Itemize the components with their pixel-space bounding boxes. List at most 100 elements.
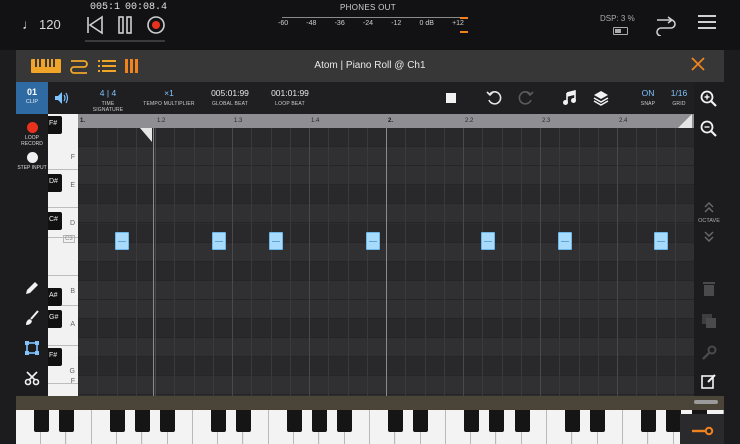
step-line — [367, 128, 368, 396]
piano-key-black[interactable]: G# — [48, 310, 62, 328]
resize-handle[interactable] — [694, 400, 718, 404]
piano-key-black[interactable] — [413, 410, 429, 432]
transport-bar: ♩ 120 005:1 00:08.4 PHONES OUT -60 -48 -3… — [0, 0, 740, 50]
key-label: F# — [49, 352, 58, 359]
select-tool[interactable] — [24, 340, 40, 356]
piano-key-white[interactable]: F — [48, 378, 78, 396]
c3-key-label: C3 — [63, 235, 75, 243]
undo-button[interactable] — [486, 90, 502, 106]
loop-start-marker[interactable] — [140, 128, 152, 142]
piano-key-black[interactable] — [514, 410, 530, 432]
step-input-button[interactable]: STEP INPUT — [16, 152, 48, 171]
keyboard-divider — [16, 396, 724, 410]
menu-icon[interactable] — [698, 14, 716, 30]
piano-key-black[interactable] — [489, 410, 505, 432]
step-line — [482, 128, 483, 396]
note-length-button[interactable] — [562, 89, 578, 106]
scissors-tool[interactable] — [24, 370, 40, 386]
stop-button[interactable] — [443, 90, 459, 106]
piano-key-black[interactable] — [210, 410, 226, 432]
snap-toggle[interactable]: ON SNAP — [635, 88, 661, 107]
midi-note[interactable] — [654, 232, 669, 250]
copy-button[interactable] — [700, 312, 718, 330]
piano-key-black[interactable] — [590, 410, 606, 432]
piano-key-black[interactable] — [463, 410, 479, 432]
midi-note[interactable] — [558, 232, 572, 250]
tempo-display[interactable]: ♩ 120 — [22, 16, 61, 32]
loop-end-marker[interactable] — [678, 114, 692, 128]
pencil-tool[interactable] — [24, 280, 40, 296]
loop-record-button[interactable]: LOOP RECORD — [16, 122, 48, 147]
close-icon — [691, 57, 705, 71]
piano-key-white[interactable]: F — [48, 128, 78, 170]
rewind-button[interactable] — [84, 14, 106, 36]
record-button[interactable] — [145, 14, 167, 36]
edit-icon — [701, 374, 716, 389]
piano-key-black[interactable] — [160, 410, 176, 432]
piano-key-black[interactable] — [33, 410, 49, 432]
piano-key-white[interactable] — [48, 238, 78, 276]
timeline-ruler[interactable]: 1. 1.2 1.3 1.4 2. 2.2 2.3 2.4 — [78, 114, 694, 128]
octave-down-button[interactable] — [703, 230, 715, 244]
clip-button[interactable]: 01 CLIP — [16, 82, 48, 114]
piano-key-black[interactable]: D# — [48, 174, 62, 192]
piano-key-black[interactable] — [109, 410, 125, 432]
piano-roll-grid[interactable]: 1. 1.2 1.3 1.4 2. 2.2 2.3 2.4 — [78, 114, 694, 396]
piano-key-black[interactable] — [565, 410, 581, 432]
edit-button[interactable] — [700, 372, 718, 390]
hamburger-icon — [698, 15, 716, 29]
midi-note[interactable] — [365, 232, 380, 250]
step-line — [521, 128, 522, 396]
octave-up-button[interactable] — [703, 200, 715, 214]
piano-key-black[interactable]: F# — [48, 348, 62, 366]
beat-line — [463, 128, 464, 396]
wrench-icon — [702, 345, 717, 360]
ruler-label: 1.4 — [311, 118, 320, 124]
piano-key-black[interactable] — [135, 410, 150, 432]
midi-note[interactable] — [211, 232, 226, 250]
speaker-icon[interactable] — [54, 90, 70, 106]
zoom-out-button[interactable] — [700, 120, 718, 138]
midi-note[interactable] — [115, 232, 130, 250]
piano-key-black[interactable] — [312, 410, 328, 432]
piano-key-black[interactable]: F# — [48, 116, 62, 134]
piano-key-black[interactable] — [59, 410, 75, 432]
piano-key-black[interactable]: C# — [48, 212, 62, 230]
piano-key-black[interactable] — [286, 410, 302, 432]
time-signature[interactable]: 4 | 4 TIME SIGNATURE — [86, 88, 130, 113]
undo-icon — [486, 91, 502, 105]
step-line — [290, 128, 291, 396]
zoom-out-icon — [700, 120, 717, 137]
snap-value: ON — [641, 88, 655, 98]
layers-icon — [593, 91, 609, 106]
redo-button[interactable] — [518, 90, 534, 106]
loop-start-icon — [140, 128, 152, 142]
piano-key-black[interactable] — [337, 410, 353, 432]
loop-beat: 001:01:99 LOOP BEAT — [264, 88, 316, 107]
close-button[interactable] — [690, 56, 706, 72]
ruler-label: 1. — [80, 118, 86, 124]
midi-note[interactable] — [269, 232, 284, 250]
piano-key-black[interactable] — [641, 410, 656, 432]
layers-button[interactable] — [593, 90, 609, 106]
routing-icon[interactable] — [654, 14, 678, 37]
step-line — [559, 128, 560, 396]
time-signature-label: TIME SIGNATURE — [92, 101, 124, 113]
tempo-multiplier[interactable]: ×1 TEMPO MULTIPLIER — [142, 88, 196, 107]
meter-tick: +12 — [452, 20, 464, 27]
settings-tool-button[interactable] — [700, 344, 718, 362]
key-label: F# — [49, 120, 58, 127]
piano-key-black[interactable]: A# — [48, 288, 62, 306]
key-label: F — [70, 154, 75, 161]
brush-tool[interactable] — [24, 310, 40, 326]
step-line — [271, 128, 272, 396]
grid-selector[interactable]: 1/16 GRID — [666, 88, 692, 107]
key-label: A — [70, 321, 75, 328]
piano-key-black[interactable] — [236, 410, 252, 432]
zoom-in-button[interactable] — [700, 90, 718, 108]
piano-key-black[interactable] — [388, 410, 403, 432]
delete-button[interactable] — [700, 280, 718, 298]
midi-note[interactable] — [481, 232, 495, 250]
keyboard-settings-button[interactable] — [680, 414, 724, 444]
pause-button[interactable] — [114, 14, 136, 36]
